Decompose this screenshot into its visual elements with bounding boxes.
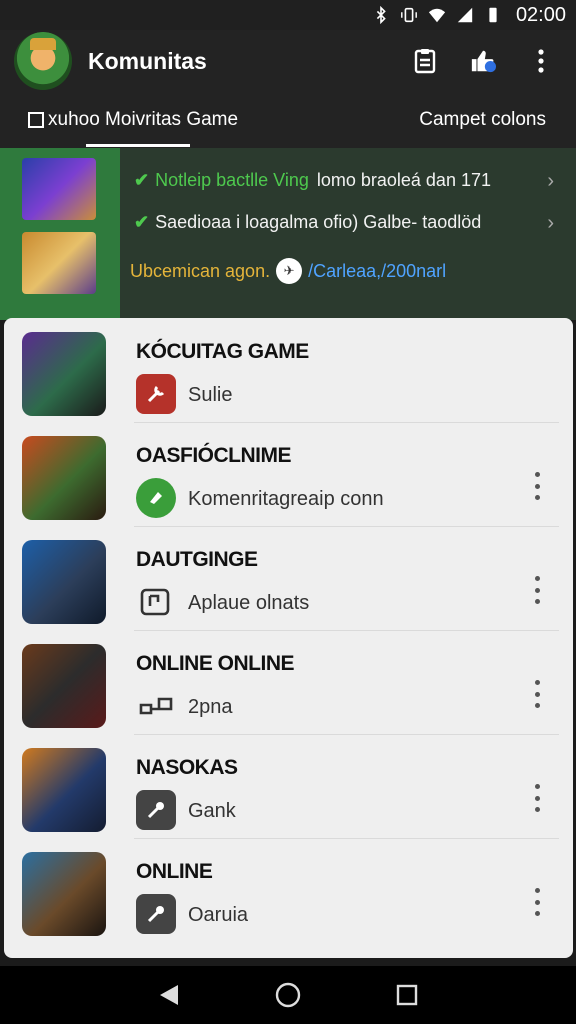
status-bar: 02:00 [0,0,576,30]
notification-item[interactable]: ✔ Notleip bactlle Ving lomo braoleá dan … [134,170,491,191]
system-nav-bar [0,966,576,1024]
wrench-icon [136,790,176,830]
notification-item[interactable]: ✔ Saedioaa i loagalma ofio) Galbe- taodl… [134,212,481,233]
tab-label: xuhoo Moivritas Game [48,109,239,130]
row-more-button[interactable] [529,472,545,500]
recents-square-icon [396,984,417,1006]
bluetooth-icon [376,6,386,24]
row-more-button[interactable] [529,888,545,916]
game-thumbnail [22,852,106,936]
notification-item[interactable]: Ubcemican agon. ✈ /Carleaa,/200narl [130,258,446,284]
game-title: ONLINE ONLINE [136,652,295,675]
game-subtitle: Aplaue olnats [188,592,310,614]
game-thumbnail [22,748,106,832]
wrench-icon [136,374,176,414]
vibrate-icon [401,7,417,23]
row-more-button[interactable] [529,680,545,708]
game-thumbnail [22,332,106,416]
game-thumbnail [22,540,106,624]
app-bar: Komunitas [0,30,576,92]
row-more-button[interactable] [529,784,545,812]
row-more-button[interactable] [529,576,545,604]
like-button[interactable] [470,48,496,74]
gamepad-icon [136,582,176,622]
clipboard-icon [414,49,436,74]
game-row[interactable]: ONLINE Oaruia [4,838,573,942]
game-subtitle: 2pna [188,696,233,718]
game-subtitle: Komenritagreaip conn [188,488,384,510]
game-row[interactable]: OASFIÓCLNIME Komenritagreaip conn [4,422,573,526]
game-subtitle: Oaruia [188,904,249,926]
back-button[interactable] [149,975,189,1015]
notification-thumbnail[interactable] [22,232,96,294]
status-time: 02:00 [515,3,566,26]
chevron-right-icon[interactable]: › [547,170,554,193]
thumbs-up-icon [471,50,496,73]
notification-text: Saedioaa i loagalma ofio) Galbe- taodlöd [155,212,482,232]
game-title: ONLINE [136,860,213,883]
avatar-badge-icon: ✈ [276,258,303,284]
home-button[interactable] [268,975,308,1015]
notification-thumbnail[interactable] [22,158,96,220]
game-row[interactable]: ONLINE ONLINE 2pna [4,630,573,734]
home-circle-icon [275,982,301,1008]
game-row[interactable]: DAUTGINGE Aplaue olnats [4,526,573,630]
game-thumbnail [22,644,106,728]
app-title: Komunitas [88,47,207,74]
notification-link: /Carleaa,/200narl [308,260,447,281]
tag-icon [136,478,176,518]
check-icon: ✔ [134,212,150,232]
clipboard-button[interactable] [412,48,438,74]
recents-button[interactable] [387,975,427,1015]
notification-highlight: Ubcemican agon. [130,260,271,281]
game-subtitle: Sulie [188,384,233,406]
game-thumbnail [22,436,106,520]
tab-indicator [86,144,190,147]
chevron-right-icon[interactable]: › [547,212,554,235]
game-title: KÓCUITAG GAME [136,340,309,363]
notification-text: lomo braoleá dan 171 [316,170,491,190]
game-title: NASOKAS [136,756,238,779]
game-list: KÓCUITAG GAME Sulie OASFIÓCLNIME Komenri… [4,318,573,958]
back-triangle-icon [160,985,179,1005]
battery-icon [489,7,497,23]
controller-icon [136,686,176,726]
game-row[interactable]: NASOKAS Gank [4,734,573,838]
game-title: OASFIÓCLNIME [136,444,292,467]
app-actions [412,48,554,74]
tab-community-game[interactable]: xuhoo Moivritas Game [28,92,238,148]
tab-campet-colons[interactable]: Campet colons [419,92,546,148]
game-subtitle: Gank [188,800,236,822]
overflow-menu-button[interactable] [528,48,554,74]
check-icon: ✔ [134,170,150,190]
game-row[interactable]: KÓCUITAG GAME Sulie [4,318,573,422]
wifi-icon [428,8,446,23]
game-title: DAUTGINGE [136,548,258,571]
checkbox-icon [28,112,44,128]
wrench-icon [136,894,176,934]
app-logo [14,32,72,90]
signal-icon [457,7,473,23]
tab-label: Campet colons [419,109,546,130]
tab-bar: xuhoo Moivritas Game Campet colons [0,92,576,148]
more-vert-icon [538,49,544,73]
notification-highlight: Notleip bactlle Ving [155,170,309,190]
